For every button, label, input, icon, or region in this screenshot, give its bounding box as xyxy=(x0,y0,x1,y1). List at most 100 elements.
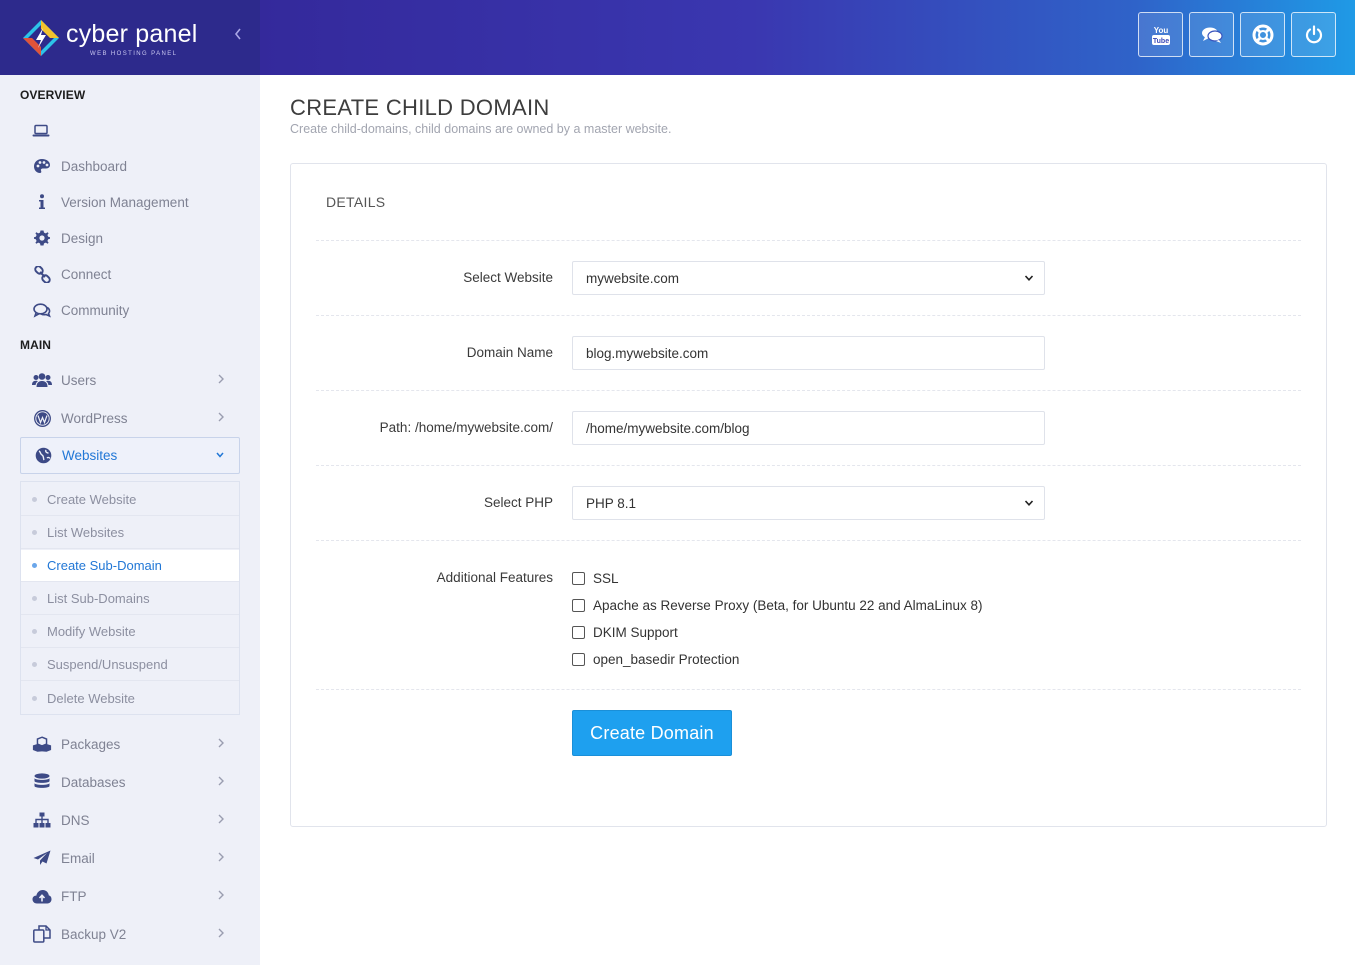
sidebar-item-label: Email xyxy=(61,850,95,866)
cloud-upload-icon xyxy=(32,889,52,904)
submenu-delete-website[interactable]: Delete Website xyxy=(21,682,239,714)
sidebar-item-websites[interactable]: Websites xyxy=(20,437,240,474)
divider xyxy=(316,390,1301,391)
submenu-label: Create Website xyxy=(47,492,137,507)
sidebar-item-label: WordPress xyxy=(61,410,128,426)
select-website-value: mywebsite.com xyxy=(586,270,680,286)
submenu-label: Create Sub-Domain xyxy=(47,558,162,573)
sidebar-item-community[interactable]: Community xyxy=(20,292,240,328)
sidebar-item-ftp[interactable]: FTP xyxy=(20,878,240,914)
submenu-label: Modify Website xyxy=(47,624,136,639)
feature-dkim-support[interactable]: DKIM Support xyxy=(572,622,678,642)
dkim-checkbox[interactable] xyxy=(572,625,585,639)
select-website-dropdown[interactable]: mywebsite.com xyxy=(572,261,1045,295)
feature-label: DKIM Support xyxy=(593,624,678,640)
sidebar-item-label: Design xyxy=(61,230,104,246)
top-action-buttons: You Tube xyxy=(1138,12,1336,57)
open-basedir-checkbox[interactable] xyxy=(572,652,585,666)
info-icon xyxy=(32,194,52,210)
sidebar-item-label: Backup V2 xyxy=(61,926,127,942)
chevron-right-icon xyxy=(218,776,224,786)
copy-icon xyxy=(32,925,52,943)
path-input[interactable]: /home/mywebsite.com/blog xyxy=(572,411,1045,445)
chat-button[interactable] xyxy=(1189,12,1234,57)
ssl-checkbox[interactable] xyxy=(572,571,585,585)
paper-plane-icon xyxy=(32,850,52,866)
main-content: CREATE CHILD DOMAIN Create child-domains… xyxy=(260,75,1355,965)
chevron-right-icon xyxy=(218,374,224,384)
overview-section-title: OVERVIEW xyxy=(20,88,86,102)
chevron-down-icon xyxy=(216,452,224,458)
feature-label: open_basedir Protection xyxy=(593,651,740,667)
divider xyxy=(316,540,1301,541)
divider xyxy=(316,465,1301,466)
wordpress-icon xyxy=(32,409,52,427)
main-section-title: MAIN xyxy=(20,338,52,352)
select-php-value: PHP 8.1 xyxy=(586,495,637,511)
domain-name-value: blog.mywebsite.com xyxy=(586,345,709,361)
top-bar: You Tube xyxy=(260,0,1355,75)
support-button[interactable] xyxy=(1240,12,1285,57)
chevron-right-icon xyxy=(218,814,224,824)
sidebar-item-connect[interactable]: Connect xyxy=(20,256,240,292)
chat-icon xyxy=(1201,27,1223,43)
submenu-list-websites[interactable]: List Websites xyxy=(21,517,239,549)
divider xyxy=(316,315,1301,316)
domain-name-label: Domain Name xyxy=(466,345,553,360)
feature-label: SSL xyxy=(593,570,619,586)
page-title: CREATE CHILD DOMAIN xyxy=(290,95,550,120)
sidebar-item-packages[interactable]: Packages xyxy=(20,726,240,762)
submenu-label: List Sub-Domains xyxy=(47,591,150,606)
sidebar-item-label: Databases xyxy=(61,774,126,790)
chevron-right-icon xyxy=(218,890,224,900)
apache-proxy-checkbox[interactable] xyxy=(572,598,585,612)
cubes-icon xyxy=(32,735,52,753)
sidebar-item-label: Users xyxy=(61,372,97,388)
submenu-label: Delete Website xyxy=(47,690,135,706)
select-php-label: Select PHP xyxy=(483,495,553,510)
palette-icon xyxy=(32,158,52,174)
select-php-dropdown[interactable]: PHP 8.1 xyxy=(572,486,1045,520)
create-domain-button[interactable]: Create Domain xyxy=(572,710,732,756)
divider xyxy=(316,240,1301,241)
submenu-label: Suspend/Unsuspend xyxy=(47,657,168,672)
cyberpanel-logo-icon[interactable] xyxy=(22,19,60,57)
websites-submenu: Create Website List Websites Create Sub-… xyxy=(20,481,240,715)
submenu-label: List Websites xyxy=(47,525,125,540)
submenu-suspend-unsuspend[interactable]: Suspend/Unsuspend xyxy=(21,649,239,681)
chevron-right-icon xyxy=(218,928,224,938)
sitemap-icon xyxy=(32,812,52,828)
chevron-down-icon xyxy=(1024,275,1034,281)
youtube-button[interactable]: You Tube xyxy=(1138,12,1183,57)
chevron-right-icon xyxy=(218,412,224,422)
submenu-modify-website[interactable]: Modify Website xyxy=(21,616,239,648)
feature-ssl[interactable]: SSL xyxy=(572,568,619,588)
sidebar-item-dns[interactable]: DNS xyxy=(20,802,240,838)
sidebar-item-label: Packages xyxy=(61,736,121,752)
sidebar-item-label: Websites xyxy=(62,448,118,463)
sidebar-item-design[interactable]: Design xyxy=(20,220,240,256)
svg-text:Tube: Tube xyxy=(1152,38,1168,45)
submenu-create-website[interactable]: Create Website xyxy=(21,484,239,516)
path-value: /home/mywebsite.com/blog xyxy=(586,420,750,436)
sidebar-item-users[interactable]: Users xyxy=(20,362,240,398)
chevron-right-icon xyxy=(218,852,224,862)
submenu-create-sub-domain[interactable]: Create Sub-Domain xyxy=(21,550,239,582)
sidebar-item-email[interactable]: Email xyxy=(20,840,240,876)
page-subtitle: Create child-domains, child domains are … xyxy=(290,122,672,136)
submenu-list-sub-domains[interactable]: List Sub-Domains xyxy=(21,583,239,615)
sidebar-item-wordpress[interactable]: WordPress xyxy=(20,400,240,436)
sidebar-item-backup-v2[interactable]: Backup V2 xyxy=(20,916,240,952)
chevron-left-icon xyxy=(234,28,241,40)
sidebar-item-databases[interactable]: Databases xyxy=(20,764,240,800)
sidebar-item-label: Version Management xyxy=(61,194,189,210)
logout-button[interactable] xyxy=(1291,12,1336,57)
feature-open-basedir[interactable]: open_basedir Protection xyxy=(572,649,739,669)
laptop-icon xyxy=(32,123,50,142)
sidebar-collapse-button[interactable] xyxy=(230,26,246,46)
sidebar-item-dashboard[interactable]: Dashboard xyxy=(20,148,240,184)
database-icon xyxy=(32,773,52,791)
domain-name-input[interactable]: blog.mywebsite.com xyxy=(572,336,1045,370)
sidebar-item-version-management[interactable]: Version Management xyxy=(20,184,240,220)
feature-apache-reverse-proxy[interactable]: Apache as Reverse Proxy (Beta, for Ubunt… xyxy=(572,595,982,615)
